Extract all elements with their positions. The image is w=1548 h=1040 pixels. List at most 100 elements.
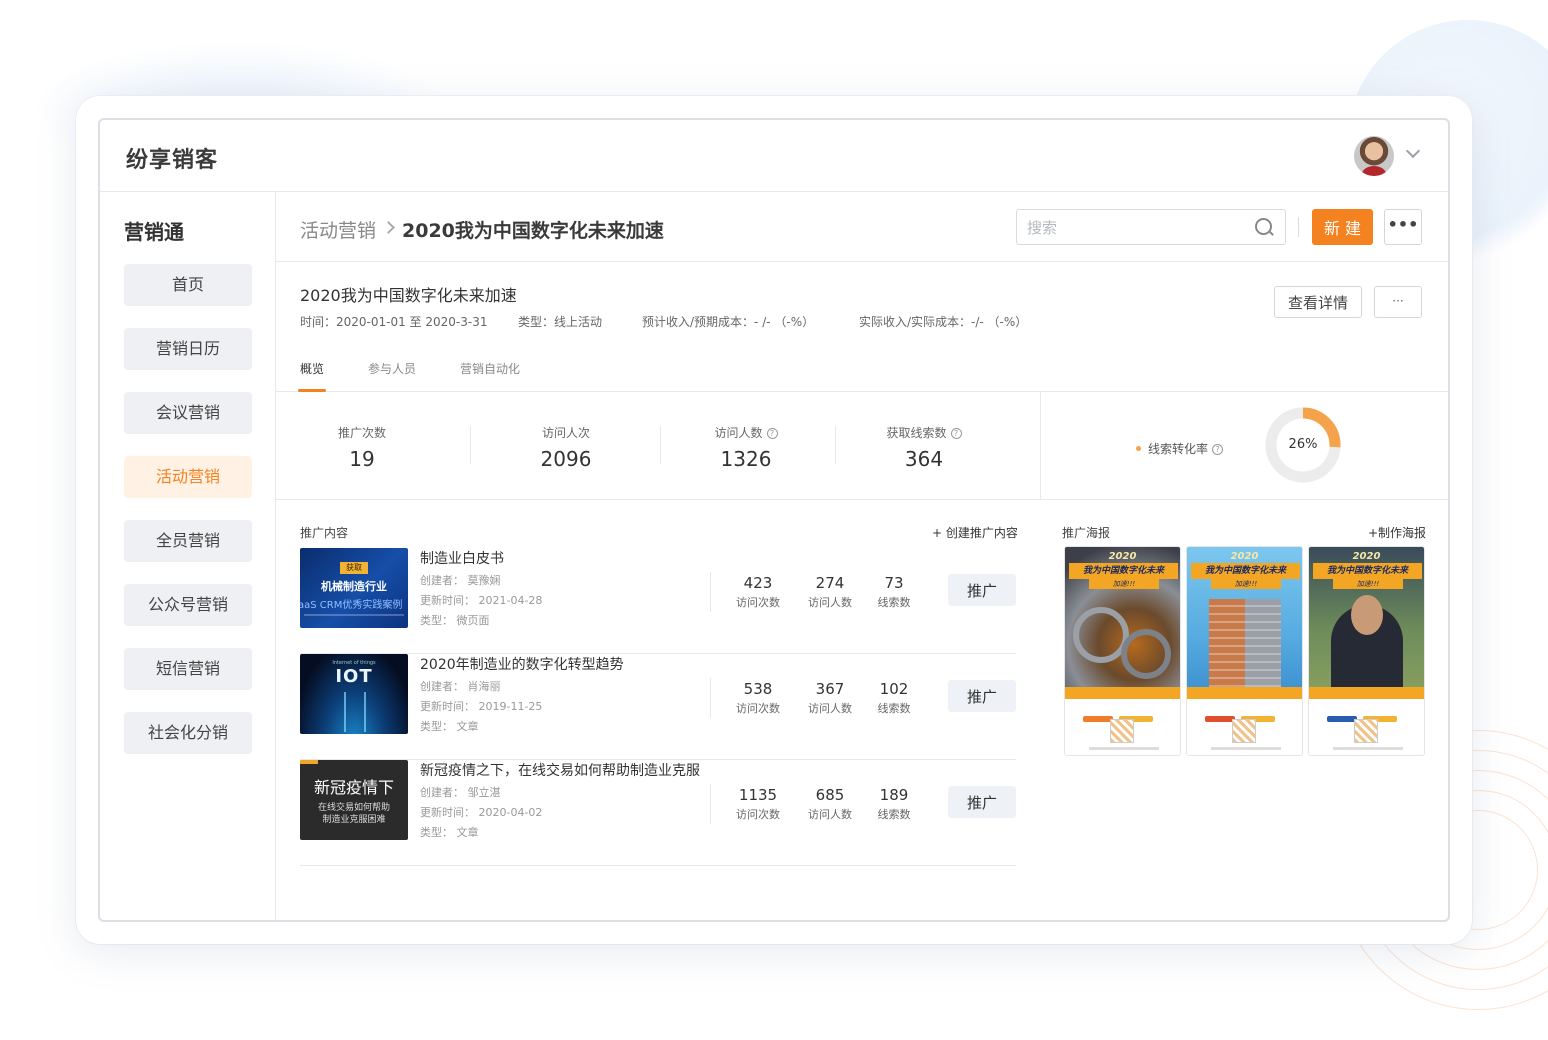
main-panel: 活动营销 2020我为中国数字化未来加速 新 建 ••• 2020我为中国数字化… [276, 192, 1448, 920]
poster-caption [1211, 747, 1281, 750]
campaign-expected: 预计收入/预期成本：- /- （-%） [642, 315, 815, 329]
campaign-time: 时间：2020-01-01 至 2020-3-31 [300, 315, 488, 329]
campaign-more-button[interactable]: ··· [1374, 286, 1422, 318]
content-metrics: 538 访问次数 367 访问人数 102 线索数 [710, 678, 916, 718]
sidebar-item-all-staff[interactable]: 全员营销 [124, 520, 252, 562]
create-poster-link[interactable]: +制作海报 [1368, 524, 1426, 541]
chevron-down-icon[interactable] [1406, 146, 1418, 158]
tab-automation[interactable]: 营销自动化 [460, 360, 520, 392]
sidebar-item-home[interactable]: 首页 [124, 264, 252, 306]
metric-label: 线索数 [877, 596, 911, 609]
metric-value: 538 [743, 680, 773, 698]
tab-participants[interactable]: 参与人员 [368, 360, 416, 392]
poster-caption [1333, 747, 1403, 750]
search-icon[interactable] [1255, 218, 1273, 236]
metric-visitors: 367 访问人数 [795, 680, 865, 716]
metric-visits: 423 访问次数 [723, 574, 793, 610]
promote-button[interactable]: 推广 [948, 574, 1016, 606]
poster-subtitle: 加速!!! [1333, 579, 1403, 589]
sidebar-item-event[interactable]: 活动营销 [124, 456, 252, 498]
sidebar: 营销通 首页 营销日历 会议营销 活动营销 全员营销 公众号营销 短信营销 社会… [100, 192, 276, 920]
search-input[interactable] [1027, 217, 1247, 239]
content-creator: 创建者： 邹立湛 [420, 786, 501, 799]
conversion-value: 26% [1288, 437, 1318, 452]
promote-button[interactable]: 推广 [948, 680, 1016, 712]
poster-footer [1065, 699, 1180, 755]
promotion-content: 推广内容 + 创建推广内容 获取 机械制造行业 aaS CRM优秀实践案例 制造… [276, 500, 1040, 920]
campaign-title: 2020我为中国数字化未来加速 [300, 286, 517, 305]
stat-value: 2096 [540, 447, 592, 471]
thumb-text: 机械制造行业 [321, 580, 387, 593]
metric-value: 423 [743, 574, 773, 592]
poster-year: 2020 [1230, 551, 1259, 562]
metric-label: 访问次数 [736, 702, 780, 715]
content-creator: 创建者： 莫豫娴 [420, 574, 501, 587]
list-item[interactable]: Internet of things IOT 2020年制造业的数字化转型趋势 … [300, 654, 1016, 760]
page-title: 2020我为中国数字化未来加速 [402, 220, 664, 242]
poster-logos [1205, 707, 1287, 722]
metric-visitors: 685 访问人数 [795, 786, 865, 822]
content-metrics: 1135 访问次数 685 访问人数 189 线索数 [710, 784, 916, 824]
content-title[interactable]: 2020年制造业的数字化转型趋势 [420, 654, 624, 674]
sidebar-item-sms[interactable]: 短信营销 [124, 648, 252, 690]
campaign-actual: 实际收入/实际成本：-/- （-%） [859, 315, 1028, 329]
sidebar-item-calendar[interactable]: 营销日历 [124, 328, 252, 370]
poster-logos [1327, 707, 1409, 722]
search-box [1016, 209, 1286, 245]
stat-visits: 访问人次 2096 [491, 424, 641, 471]
section-title: 推广海报 [1062, 526, 1111, 540]
building-graphic [1209, 599, 1281, 687]
poster-footer [1309, 699, 1424, 755]
stat-leads: 获取线索数? 364 [849, 424, 999, 471]
sidebar-item-meeting[interactable]: 会议营销 [124, 392, 252, 434]
content-title[interactable]: 新冠疫情之下，在线交易如何帮助制造业克服 [420, 760, 700, 780]
metric-label: 访问人数 [808, 808, 852, 821]
poster-year: 2020 [1108, 551, 1137, 562]
metric-value: 102 [879, 680, 909, 698]
more-button[interactable]: ••• [1384, 209, 1422, 245]
metric-label: 访问次数 [736, 808, 780, 821]
person-head-graphic [1351, 595, 1383, 635]
help-icon[interactable]: ? [1212, 444, 1224, 455]
sidebar-item-social[interactable]: 社会化分销 [124, 712, 252, 754]
new-button[interactable]: 新 建 [1312, 209, 1373, 245]
poster-card[interactable]: 2020 我为中国数字化未来 加速!!! [1064, 546, 1181, 756]
help-icon[interactable]: ? [950, 428, 962, 439]
metric-label: 访问人数 [808, 702, 852, 715]
poster-image: 2020 我为中国数字化未来 加速!!! [1187, 547, 1302, 699]
content-title[interactable]: 制造业白皮书 [420, 548, 504, 568]
thumb-text: aaS CRM优秀实践案例 [300, 600, 403, 611]
breadcrumb-parent[interactable]: 活动营销 [300, 216, 376, 243]
sidebar-item-official-account[interactable]: 公众号营销 [124, 584, 252, 626]
poster-logos [1083, 707, 1165, 722]
help-icon[interactable]: ? [766, 428, 778, 439]
poster-title: 我为中国数字化未来 [1069, 563, 1178, 579]
create-content-link[interactable]: + 创建推广内容 [932, 524, 1018, 541]
poster-image: 2020 我为中国数字化未来 加速!!! [1309, 547, 1424, 699]
top-bar: 纷享销客 [100, 120, 1448, 192]
stat-label: 访问人数? [671, 424, 821, 441]
tab-overview[interactable]: 概览 [297, 360, 327, 392]
poster-card[interactable]: 2020 我为中国数字化未来 加速!!! [1308, 546, 1425, 756]
stats-row: 推广次数 19 访问人次 2096 访问人数? 1326 获取线索数? 364 … [276, 392, 1448, 500]
poster-title: 我为中国数字化未来 [1313, 563, 1422, 579]
content-updated: 更新时间： 2021-04-28 [420, 594, 543, 607]
chevron-right-icon [382, 221, 395, 234]
list-item[interactable]: 新冠疫情下 在线交易如何帮助 制造业克服困难 新冠疫情之下，在线交易如何帮助制造… [300, 760, 1016, 866]
legend-dot [1136, 446, 1141, 451]
content-creator: 创建者： 肖海丽 [420, 680, 501, 693]
avatar[interactable] [1354, 136, 1394, 176]
list-item[interactable]: 获取 机械制造行业 aaS CRM优秀实践案例 制造业白皮书 创建者： 莫豫娴 … [300, 548, 1016, 654]
thumb-badge: 获取 [340, 562, 368, 574]
poster-year: 2020 [1352, 551, 1381, 562]
divider [660, 426, 661, 464]
brand-title: 纷享销客 [126, 148, 219, 173]
metric-leads: 73 线索数 [859, 574, 929, 610]
promote-button[interactable]: 推广 [948, 786, 1016, 818]
poster-card[interactable]: 2020 我为中国数字化未来 加速!!! [1186, 546, 1303, 756]
qr-code-icon [1354, 719, 1378, 743]
stat-label: 获取线索数? [849, 424, 999, 441]
view-details-button[interactable]: 查看详情 [1274, 286, 1362, 318]
metric-value: 274 [815, 574, 845, 592]
conversion-label-text: 线索转化率 [1148, 442, 1209, 456]
